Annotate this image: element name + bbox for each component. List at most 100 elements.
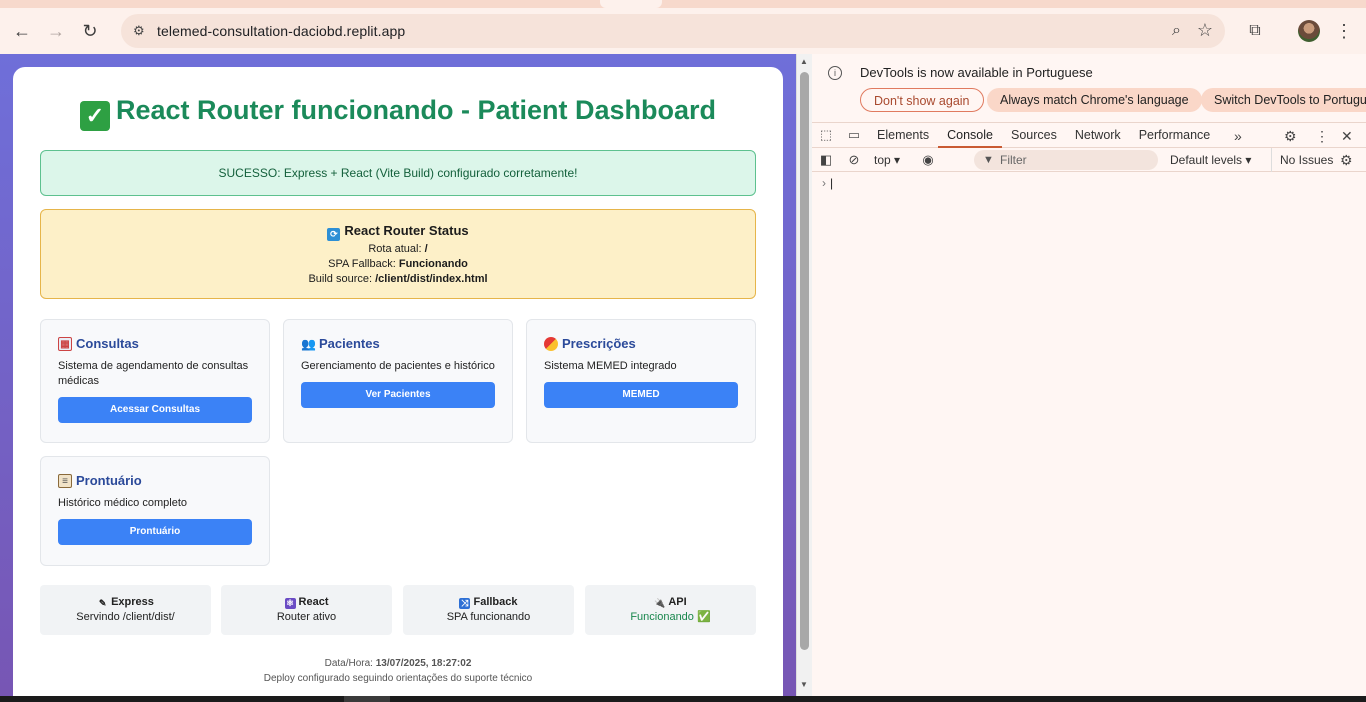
tech-value: Router ativo — [276, 611, 337, 623]
tab-network[interactable]: Network — [1066, 122, 1130, 148]
console-toolbar: ◧ ⊘ top ▾ ◉ ▼ Filter Default levels ▾ No… — [812, 148, 1366, 172]
feature-title-text: Pacientes — [319, 336, 380, 351]
info-icon: i — [828, 66, 842, 80]
router-status-title-text: React Router Status — [344, 223, 469, 238]
tech-card-api: 🔌 API Funcionando ✅ — [585, 585, 756, 635]
tech-value: Funcionando ✅ — [630, 611, 711, 623]
feature-title: 👥 Pacientes — [301, 336, 495, 351]
success-banner: SUCESSO: Express + React (Vite Build) co… — [40, 150, 756, 196]
url-text[interactable]: telemed-consultation-daciobd.replit.app — [157, 23, 405, 39]
sidebar-toggle-icon[interactable]: ◧ — [812, 152, 840, 168]
inspect-element-icon[interactable]: ⬚ — [812, 127, 840, 143]
feature-card-prontuario: ≡ Prontuário Histórico médico completo Pr… — [40, 456, 270, 566]
memed-button[interactable]: MEMED — [544, 382, 738, 408]
back-icon[interactable]: ← — [5, 14, 39, 48]
tech-title-text: API — [668, 596, 687, 608]
build-value: /client/dist/index.html — [375, 273, 488, 285]
feature-title: ▦ Consultas — [58, 336, 252, 351]
build-line: Build source: /client/dist/index.html — [41, 272, 755, 287]
route-value: / — [424, 243, 428, 255]
context-value: top — [874, 152, 891, 167]
bookmark-star-icon[interactable]: ☆ — [1197, 20, 1213, 41]
feature-desc: Histórico médico completo — [58, 497, 187, 509]
log-levels-dropdown[interactable]: Default levels ▾ — [1170, 148, 1251, 172]
device-toolbar-icon[interactable]: ▭ — [840, 127, 868, 143]
close-devtools-icon[interactable]: ✕ — [1341, 123, 1353, 149]
tab-elements[interactable]: Elements — [868, 122, 938, 148]
tech-title: 🔌 API — [585, 595, 756, 610]
tech-title: ⚛ React — [221, 595, 392, 610]
atom-icon: ⚛ — [284, 598, 296, 609]
datetime-value: 13/07/2025, 18:27:02 — [375, 658, 472, 669]
scroll-up-icon[interactable]: ▲ — [800, 57, 808, 66]
clipboard-icon: ≡ — [58, 473, 72, 488]
datetime-label: Data/Hora: — [324, 658, 373, 669]
plug-icon: 🔌 — [654, 598, 666, 608]
browser-menu-icon[interactable]: ⋮ — [1334, 16, 1354, 46]
zoom-icon[interactable]: ⌕ — [1172, 22, 1181, 40]
scroll-down-icon[interactable]: ▼ — [800, 680, 808, 689]
devtools-menu-icon[interactable]: ⋮ — [1315, 123, 1329, 149]
active-tab[interactable] — [600, 0, 662, 8]
tech-title: ⤨ Fallback — [403, 595, 574, 610]
page-scrollbar[interactable]: ▲ ▼ — [796, 54, 812, 696]
feature-desc: Gerenciamento de pacientes e histórico — [301, 360, 495, 372]
forward-icon[interactable]: → — [39, 14, 73, 48]
console-filter-input[interactable]: ▼ Filter — [974, 150, 1158, 170]
taskbar-active-app[interactable] — [344, 696, 390, 702]
route-line: Rota atual: / — [41, 242, 755, 257]
filter-placeholder: Filter — [1000, 153, 1027, 167]
scroll-thumb[interactable] — [800, 72, 809, 650]
fallback-label: SPA Fallback: — [328, 258, 396, 270]
dont-show-again-button[interactable]: Don't show again — [860, 88, 984, 112]
fallback-line: SPA Fallback: Funcionando — [41, 257, 755, 272]
browser-toolbar: ← → ↻ ⚙ telemed-consultation-daciobd.rep… — [0, 8, 1366, 54]
console-prompt[interactable]: › | — [822, 176, 833, 190]
reload-icon[interactable]: ↻ — [73, 14, 107, 48]
tech-title: ✎ Express — [40, 595, 211, 610]
os-taskbar — [0, 696, 1366, 702]
tab-console[interactable]: Console — [938, 122, 1002, 148]
page-title-text: React Router funcionando - Patient Dashb… — [115, 95, 717, 125]
context-select[interactable]: top ▾ — [874, 153, 900, 167]
tech-card-react: ⚛ React Router ativo — [221, 585, 392, 635]
live-expression-eye-icon[interactable]: ◉ — [914, 152, 942, 168]
profile-avatar[interactable] — [1298, 20, 1320, 42]
feature-title-text: Prescrições — [562, 336, 636, 351]
ver-pacientes-button[interactable]: Ver Pacientes — [301, 382, 495, 408]
console-caret: | — [830, 176, 834, 190]
clear-console-icon[interactable]: ⊘ — [840, 152, 868, 168]
feature-desc: Sistema de agendamento de consultas médi… — [58, 360, 249, 387]
tab-sources[interactable]: Sources — [1002, 122, 1066, 148]
always-match-language-button[interactable]: Always match Chrome's language — [987, 88, 1202, 112]
more-tabs-icon[interactable]: » — [1234, 123, 1242, 149]
prontuario-button[interactable]: Prontuário — [58, 519, 252, 545]
router-status-title: ⟳ React Router Status — [41, 223, 755, 241]
feature-card-prescricoes: Prescrições Sistema MEMED integrado MEME… — [526, 319, 756, 443]
address-bar[interactable]: ⚙ telemed-consultation-daciobd.replit.ap… — [121, 14, 1225, 48]
tab-performance[interactable]: Performance — [1130, 122, 1220, 148]
tech-title-text: Express — [111, 596, 154, 608]
switch-devtools-language-button[interactable]: Switch DevTools to Portuguese — [1201, 88, 1366, 112]
feature-title: Prescrições — [544, 336, 738, 351]
check-icon: ✓ — [79, 101, 110, 131]
people-icon: 👥 — [301, 336, 316, 351]
tech-card-fallback: ⤨ Fallback SPA funcionando — [403, 585, 574, 635]
feature-desc: Sistema MEMED integrado — [544, 360, 677, 372]
page-title: ✓ React Router funcionando - Patient Dash… — [13, 95, 783, 131]
success-message: SUCESSO: Express + React (Vite Build) co… — [218, 166, 578, 180]
acessar-consultas-button[interactable]: Acessar Consultas — [58, 397, 252, 423]
tech-card-express: ✎ Express Servindo /client/dist/ — [40, 585, 211, 635]
settings-gear-icon[interactable]: ⚙ — [1284, 123, 1297, 149]
issues-counter[interactable]: No Issues — [1271, 148, 1333, 172]
devtools-panel: i DevTools is now available in Portugues… — [812, 54, 1366, 696]
calendar-icon: ▦ — [58, 336, 72, 351]
site-info-icon[interactable]: ⚙ — [133, 23, 147, 39]
tech-value: Servindo /client/dist/ — [76, 611, 175, 623]
datetime-line: Data/Hora: 13/07/2025, 18:27:02 — [13, 656, 783, 671]
tech-title-text: React — [298, 596, 329, 608]
router-status-box: ⟳ React Router Status Rota atual: / SPA F… — [40, 209, 756, 299]
extensions-icon[interactable]: ⧉ — [1242, 14, 1268, 48]
levels-label: Default levels — [1170, 153, 1243, 167]
console-settings-icon[interactable]: ⚙ — [1340, 148, 1353, 172]
